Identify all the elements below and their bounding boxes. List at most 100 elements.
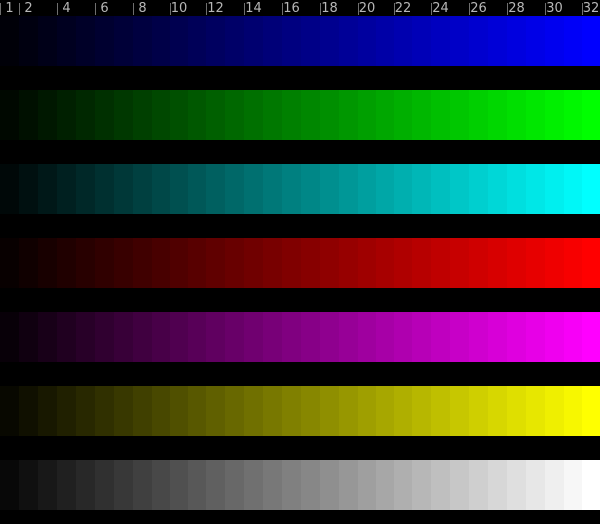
- ramp-step: [206, 386, 225, 436]
- ramp-step: [358, 16, 376, 66]
- ramp-step: [76, 312, 95, 362]
- ramp-step: [545, 238, 564, 288]
- ramp-magenta: [0, 312, 600, 362]
- ramp-step: [170, 312, 188, 362]
- ramp-step: [57, 238, 76, 288]
- ramp-step: [488, 16, 507, 66]
- ramp-step: [339, 386, 358, 436]
- color-ramp-test-pattern: 1 2 4 6 8 10 12 14 16 18 20 22 24 26 28 30 32: [0, 0, 600, 524]
- step-number-label: 2: [24, 1, 33, 16]
- ramp-step: [57, 460, 76, 510]
- ramp-step: [526, 312, 545, 362]
- ramp-step: [282, 90, 301, 140]
- ramp-step: [19, 460, 38, 510]
- ramp-step: [358, 386, 376, 436]
- ramp-step: [133, 90, 152, 140]
- ramp-step: [564, 90, 582, 140]
- ramp-step: [301, 16, 320, 66]
- ramp-step: [320, 460, 339, 510]
- ramp-step: [38, 90, 57, 140]
- ramp-step: [263, 460, 282, 510]
- ramp-step: [95, 386, 114, 436]
- ramp-step: [0, 460, 19, 510]
- ramp-step: [282, 460, 301, 510]
- ramp-step: [450, 90, 469, 140]
- ramp-step: [469, 238, 488, 288]
- ramp-step: [38, 16, 57, 66]
- ramp-step: [394, 312, 412, 362]
- ramp-step: [244, 90, 263, 140]
- ramp-step: [507, 16, 526, 66]
- ramp-step: [412, 16, 431, 66]
- ramp-step: [526, 460, 545, 510]
- ramp-step: [152, 312, 170, 362]
- ramp-step: [507, 90, 526, 140]
- ramp-step: [526, 16, 545, 66]
- step-tick-mark: [95, 3, 96, 15]
- ramp-step: [339, 312, 358, 362]
- step-number-label: 32: [582, 1, 600, 16]
- ramp-step: [206, 90, 225, 140]
- ramp-step: [225, 460, 244, 510]
- step-number-label: 4: [62, 1, 71, 16]
- ramp-step: [339, 90, 358, 140]
- ramp-step: [488, 164, 507, 214]
- ramp-step: [507, 164, 526, 214]
- ramp-yellow: [0, 386, 600, 436]
- ramp-step: [545, 16, 564, 66]
- ramp-step: [376, 238, 394, 288]
- ramp-step: [301, 460, 320, 510]
- ramp-step: [133, 386, 152, 436]
- ramp-step: [564, 16, 582, 66]
- ramp-step: [76, 460, 95, 510]
- ramp-step: [57, 16, 76, 66]
- ramp-step: [320, 238, 339, 288]
- ramp-step: [95, 164, 114, 214]
- ramp-step: [469, 386, 488, 436]
- ramp-step: [469, 460, 488, 510]
- ramp-step: [225, 386, 244, 436]
- ramp-step: [170, 90, 188, 140]
- ramp-step: [469, 164, 488, 214]
- ramp-step: [263, 386, 282, 436]
- ramp-green: [0, 90, 600, 140]
- ramp-step: [263, 16, 282, 66]
- ramp-step: [582, 460, 600, 510]
- ramp-step: [301, 164, 320, 214]
- ramp-step: [244, 386, 263, 436]
- ramp-step: [76, 90, 95, 140]
- ramp-step: [564, 312, 582, 362]
- ramp-step: [526, 238, 545, 288]
- ramp-step: [19, 386, 38, 436]
- ramp-step: [431, 90, 450, 140]
- step-tick-mark: [133, 3, 134, 15]
- ramp-step: [450, 386, 469, 436]
- ramp-step: [0, 90, 19, 140]
- ramp-step: [545, 90, 564, 140]
- ramp-step: [152, 90, 170, 140]
- ramp-step: [507, 312, 526, 362]
- ramp-step: [320, 164, 339, 214]
- ramp-step: [545, 386, 564, 436]
- ramp-step: [152, 164, 170, 214]
- ramp-step: [431, 238, 450, 288]
- ramp-step: [133, 16, 152, 66]
- ramp-step: [358, 460, 376, 510]
- ramp-step: [152, 16, 170, 66]
- ramp-step: [95, 16, 114, 66]
- ramp-step: [339, 16, 358, 66]
- ramp-step: [188, 16, 206, 66]
- ramp-step: [0, 386, 19, 436]
- ramp-step: [320, 16, 339, 66]
- ramp-step: [225, 238, 244, 288]
- ramp-step: [450, 460, 469, 510]
- step-number-label: 6: [100, 1, 109, 16]
- ramp-step: [564, 238, 582, 288]
- ramp-step: [507, 386, 526, 436]
- ramp-step: [376, 164, 394, 214]
- step-number-label: 14: [245, 1, 262, 16]
- ramp-step: [320, 90, 339, 140]
- ramp-step: [488, 238, 507, 288]
- ramp-step: [488, 90, 507, 140]
- ramp-step: [244, 16, 263, 66]
